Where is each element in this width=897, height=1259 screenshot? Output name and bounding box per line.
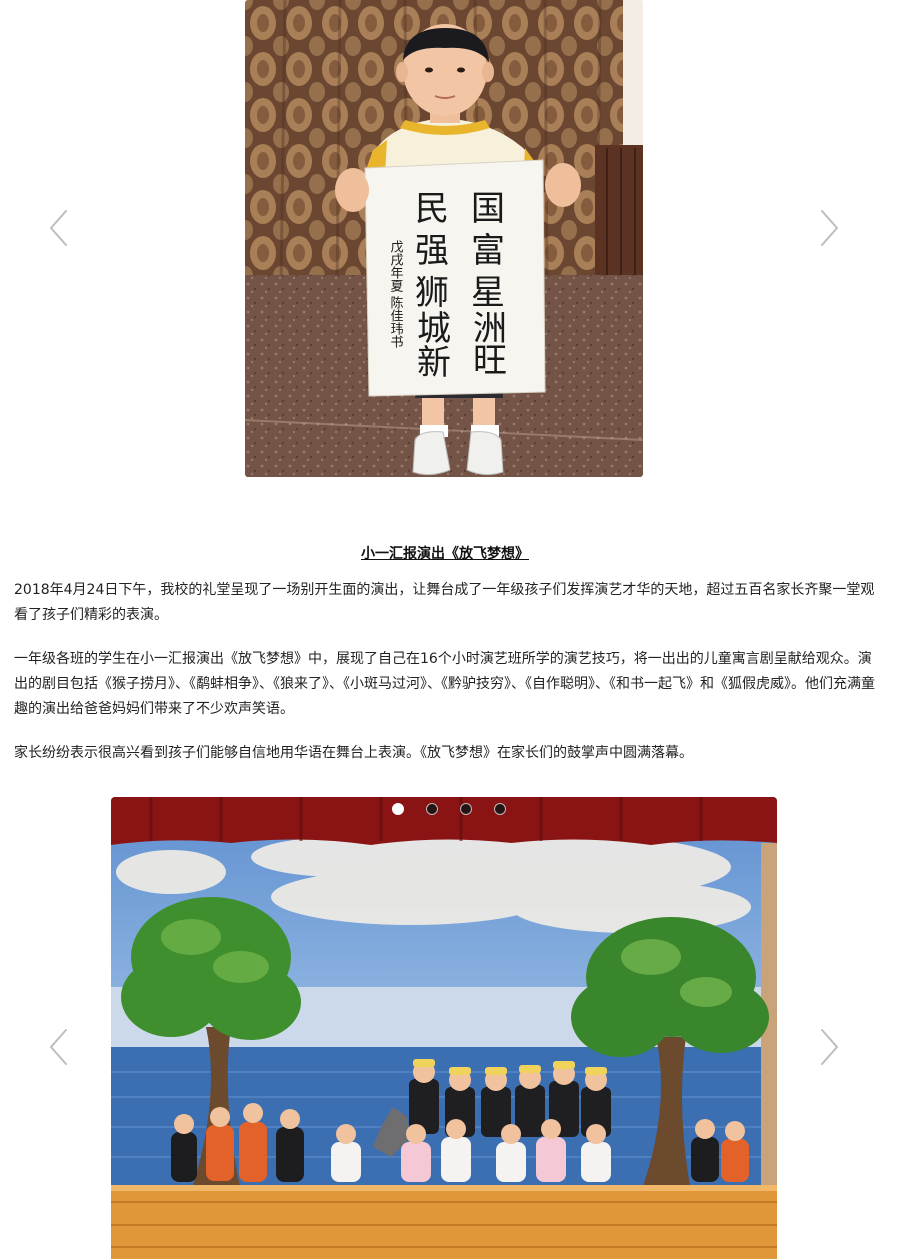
scroll-char: 新	[417, 343, 451, 383]
chevron-left-icon	[49, 209, 68, 247]
scroll-char: 强	[415, 231, 449, 271]
article-paragraph: 家长纷纷表示很高兴看到孩子们能够自信地用华语在舞台上表演。《放飞梦想》在家长们的…	[14, 745, 693, 761]
carousel-slide-photo: 国 富 星 洲 旺 民 强 狮 城 新 戊戌年夏 陈佳玮书	[245, 0, 643, 477]
scroll-char: 民	[415, 189, 449, 229]
photo-carousel-bottom	[0, 797, 897, 1259]
carousel-indicator-3[interactable]	[459, 803, 472, 815]
article-title: 小一汇报演出《放飞梦想》	[361, 546, 529, 562]
carousel-indicator-2[interactable]	[425, 803, 438, 815]
scroll-char: 富	[471, 231, 505, 271]
article-paragraph: 一年级各班的学生在小一汇报演出《放飞梦想》中，展现了自己在16个小时演艺班所学的…	[14, 651, 875, 717]
article-paragraph: 2018年4月24日下午，我校的礼堂呈现了一场别开生面的演出，让舞台成了一年级孩…	[14, 582, 875, 623]
carousel-next-button[interactable]	[810, 200, 850, 256]
scroll-char: 旺	[473, 341, 507, 381]
scroll-signature: 戊戌年夏 陈佳玮书	[388, 240, 404, 350]
carousel-indicator-4[interactable]	[493, 803, 506, 815]
carousel-prev-button[interactable]	[38, 200, 78, 256]
carousel-indicator-1[interactable]	[391, 803, 404, 815]
scroll-char: 国	[471, 189, 505, 229]
chevron-right-icon	[820, 209, 839, 247]
scroll-char: 狮	[415, 273, 449, 313]
student-calligraphy-photo: 国 富 星 洲 旺 民 强 狮 城 新 戊戌年夏 陈佳玮书	[245, 0, 643, 477]
carousel-slide-photo	[111, 797, 777, 1259]
photo-carousel-top: 国 富 星 洲 旺 民 强 狮 城 新 戊戌年夏 陈佳玮书	[0, 0, 897, 500]
stage-performance-photo	[111, 797, 777, 1259]
carousel-next-button[interactable]	[810, 1019, 850, 1075]
scroll-char: 星	[471, 273, 505, 313]
article: 小一汇报演出《放飞梦想》 2018年4月24日下午，我校的礼堂呈现了一场别开生面…	[14, 540, 876, 785]
carousel-prev-button[interactable]	[38, 1019, 78, 1075]
carousel-indicators	[0, 803, 897, 815]
chevron-right-icon	[820, 1028, 839, 1066]
chevron-left-icon	[49, 1028, 68, 1066]
